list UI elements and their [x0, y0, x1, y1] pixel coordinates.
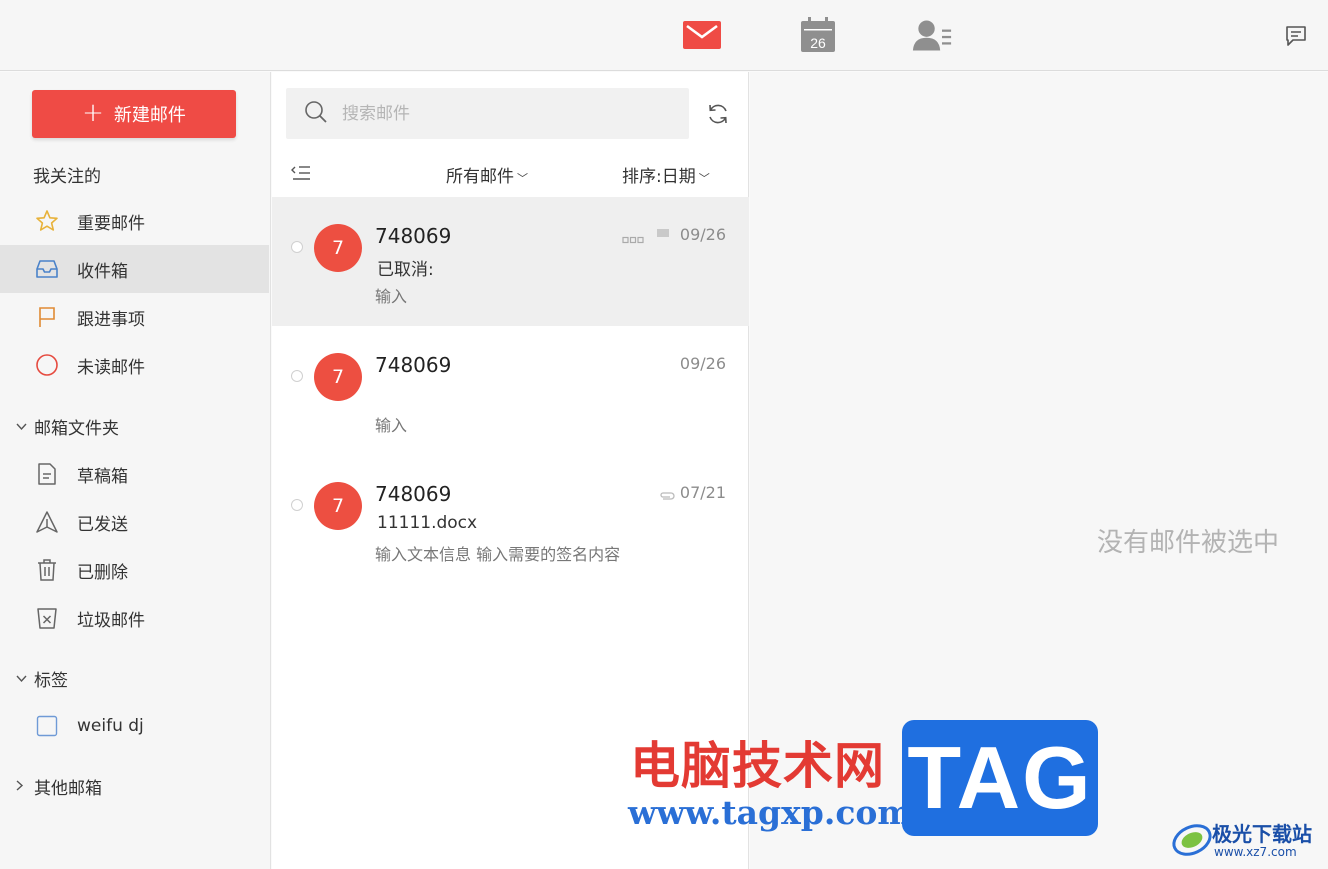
contacts-icon[interactable]: [912, 16, 952, 54]
mail-item[interactable]: 7 748069 07/21 11111.docx 输入文本信息 输入需要的签名…: [272, 455, 749, 584]
sidebar-item-followup[interactable]: 跟进事项: [0, 293, 269, 341]
sidebar-item-label: 已删除: [77, 562, 128, 583]
chevron-right-icon: [16, 779, 28, 794]
mail-item[interactable]: 7 748069 09/26 已取消: 输入: [272, 197, 749, 326]
sidebar-item-inbox[interactable]: 收件箱: [0, 245, 269, 293]
sidebar-item-spam[interactable]: 垃圾邮件: [0, 594, 269, 642]
checkbox-icon: [34, 713, 60, 739]
watermark-title: 电脑技术网: [630, 737, 885, 795]
unread-dot[interactable]: [291, 241, 303, 253]
mail-date: 09/26: [679, 225, 726, 244]
compose-label: 新建邮件: [113, 105, 186, 126]
sort-label: 排序:日期: [622, 167, 696, 187]
sidebar-item-label: 垃圾邮件: [77, 610, 145, 631]
search-box: [286, 88, 689, 139]
watermark-site-name: 极光下载站: [1212, 822, 1312, 846]
chevron-down-icon: [16, 672, 28, 686]
refresh-icon[interactable]: [704, 100, 732, 128]
mail-preview: 输入文本信息 输入需要的签名内容: [375, 545, 621, 564]
empty-state-text: 没有邮件被选中: [1097, 528, 1280, 558]
mail-subject: 11111.docx: [377, 513, 478, 533]
chevron-down-icon: ﹀: [517, 172, 528, 185]
circle-icon: [34, 352, 60, 378]
mail-date: 07/21: [679, 483, 726, 502]
unread-dot[interactable]: [291, 499, 303, 511]
mail-preview: 输入: [375, 287, 408, 306]
mail-sender: 748069: [375, 353, 452, 377]
sidebar-item-label: 未读邮件: [77, 357, 145, 378]
mail-icon[interactable]: [682, 16, 722, 54]
mail-meta: [622, 228, 670, 248]
filter-label: 所有邮件: [446, 167, 514, 187]
mail-item[interactable]: 7 748069 09/26 输入: [272, 326, 749, 455]
flag-icon: [34, 304, 60, 330]
mail-date: 09/26: [679, 354, 726, 373]
sidebar: + 新建邮件 我关注的 重要邮件 收件箱 跟进事项 未读邮件 邮箱文件夹 草稿箱…: [0, 72, 271, 869]
plus-icon: +: [82, 97, 104, 128]
sent-icon: [34, 509, 60, 535]
avatar: 7: [314, 482, 362, 530]
site-logo-icon: [1172, 824, 1212, 856]
sidebar-item-label: 跟进事项: [77, 309, 145, 330]
trash-icon: [34, 557, 60, 583]
favorites-heading: 我关注的: [33, 167, 101, 187]
sidebar-item-label: 草稿箱: [77, 466, 128, 487]
search-icon: [304, 100, 328, 128]
watermark-url: www.tagxp.com: [628, 793, 913, 832]
mail-preview: 输入: [375, 416, 408, 435]
avatar: 7: [314, 353, 362, 401]
mail-sender: 748069: [375, 224, 452, 248]
mail-subject: 已取消:: [377, 260, 434, 280]
search-input[interactable]: [342, 103, 662, 124]
sidebar-item-unread[interactable]: 未读邮件: [0, 341, 269, 389]
calendar-icon[interactable]: 26: [798, 16, 838, 54]
sidebar-item-tag-weifu[interactable]: weifu dj: [0, 702, 269, 750]
chat-icon[interactable]: [1282, 22, 1310, 50]
inbox-icon: [34, 256, 60, 282]
star-icon: [34, 208, 60, 234]
sidebar-item-deleted[interactable]: 已删除: [0, 546, 269, 594]
attachment-icon: [658, 486, 676, 505]
draft-icon: [34, 461, 60, 487]
avatar: 7: [314, 224, 362, 272]
folders-heading: 邮箱文件夹: [34, 419, 119, 439]
sidebar-item-label: 收件箱: [77, 261, 128, 282]
spam-icon: [34, 605, 60, 631]
watermark-site-logo: 极光下载站 www.xz7.com: [1170, 816, 1320, 862]
folders-toggle[interactable]: 邮箱文件夹: [16, 414, 119, 439]
sort-dropdown[interactable]: 排序:日期 ﹀: [622, 162, 710, 187]
sidebar-item-drafts[interactable]: 草稿箱: [0, 450, 269, 498]
watermark-tag-logo: TAG: [902, 720, 1098, 836]
other-mailboxes-toggle[interactable]: 其他邮箱: [16, 774, 102, 799]
sidebar-item-label: weifu dj: [77, 716, 144, 736]
sidebar-item-sent[interactable]: 已发送: [0, 498, 269, 546]
collapse-list-icon[interactable]: [290, 164, 312, 184]
calendar-day: 26: [810, 35, 826, 51]
other-mailboxes-heading: 其他邮箱: [34, 779, 102, 799]
filter-bar: 所有邮件 ﹀ 排序:日期 ﹀: [272, 156, 749, 192]
filter-dropdown[interactable]: 所有邮件 ﹀: [446, 162, 528, 187]
chevron-down-icon: ﹀: [698, 172, 710, 185]
mail-sender: 748069: [375, 482, 452, 506]
watermark-site-url: www.xz7.com: [1214, 845, 1297, 859]
tags-heading: 标签: [34, 671, 68, 691]
compose-button[interactable]: + 新建邮件: [32, 90, 236, 138]
sidebar-item-important[interactable]: 重要邮件: [0, 197, 269, 245]
unread-dot[interactable]: [291, 370, 303, 382]
mail-meta: [658, 486, 676, 505]
top-bar: 26: [0, 0, 1328, 71]
sidebar-item-label: 已发送: [77, 514, 128, 535]
more-icon[interactable]: [622, 229, 644, 248]
tags-toggle[interactable]: 标签: [16, 666, 68, 691]
sidebar-item-label: 重要邮件: [77, 213, 145, 234]
flag-icon[interactable]: [656, 228, 670, 248]
chevron-down-icon: [16, 420, 28, 434]
